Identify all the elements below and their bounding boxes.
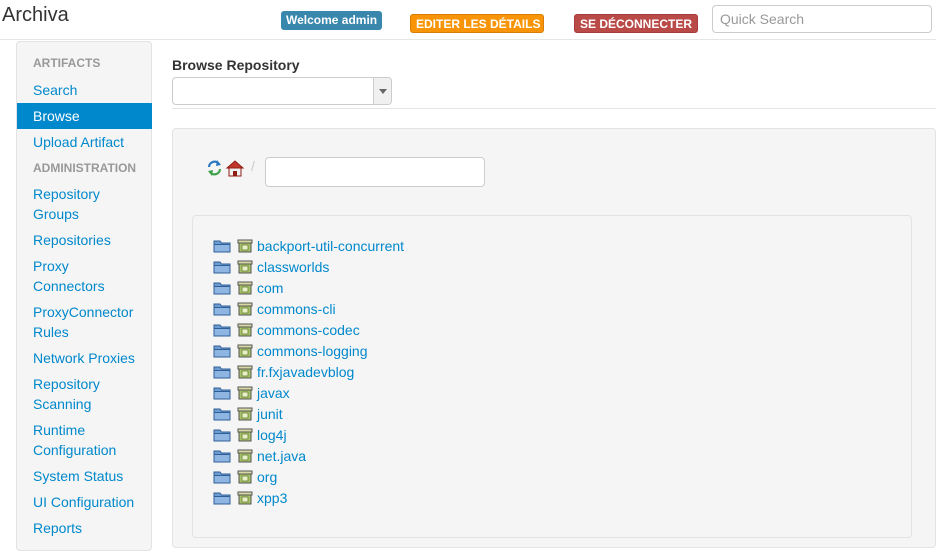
package-icon	[237, 386, 253, 400]
sidebar-item-search[interactable]: Search	[17, 80, 152, 100]
sidebar-item-system-status[interactable]: System Status	[17, 466, 152, 486]
tree-item-label[interactable]: backport-util-concurrent	[257, 237, 404, 255]
tree-item-label[interactable]: classworlds	[257, 258, 329, 276]
package-icon	[237, 344, 253, 358]
home-icon[interactable]	[225, 160, 245, 177]
sidebar-item-repository-groups[interactable]: Repository Groups	[17, 184, 152, 224]
package-icon	[237, 239, 253, 253]
package-icon	[237, 365, 253, 379]
tree-item-label[interactable]: commons-cli	[257, 300, 336, 318]
folder-icon[interactable]	[213, 407, 231, 421]
tree-item-label[interactable]: javax	[257, 384, 290, 402]
tree-item-label[interactable]: fr.fxjavadevblog	[257, 363, 354, 381]
tree-item-label[interactable]: junit	[257, 405, 283, 423]
folder-icon[interactable]	[213, 386, 231, 400]
folder-icon[interactable]	[213, 323, 231, 337]
folder-icon[interactable]	[213, 281, 231, 295]
tree-item[interactable]: commons-logging	[213, 342, 368, 360]
tree-item-label[interactable]: com	[257, 279, 283, 297]
logout-button[interactable]: SE DÉCONNECTER	[574, 14, 698, 33]
sidebar-item-label: Proxy	[33, 258, 69, 274]
tree-item[interactable]: log4j	[213, 426, 287, 444]
sidebar-item-label: ProxyConnector	[33, 304, 134, 320]
tree-item[interactable]: org	[213, 468, 277, 486]
package-icon	[237, 260, 253, 274]
page-title: Browse Repository	[172, 57, 300, 73]
tree-item[interactable]: backport-util-concurrent	[213, 237, 404, 255]
sidebar: ARTIFACTS Search Browse Upload Artifact …	[16, 41, 152, 551]
folder-icon[interactable]	[213, 260, 231, 274]
folder-icon[interactable]	[213, 449, 231, 463]
tree-item-label[interactable]: xpp3	[257, 489, 287, 507]
folder-icon[interactable]	[213, 470, 231, 484]
breadcrumb	[206, 159, 246, 180]
tree-item[interactable]: javax	[213, 384, 290, 402]
tree-item-label[interactable]: commons-codec	[257, 321, 360, 339]
package-icon	[237, 281, 253, 295]
sidebar-item-proxy-connectors[interactable]: Proxy Connectors	[17, 256, 152, 296]
tree-item[interactable]: commons-codec	[213, 321, 360, 339]
welcome-badge: Welcome admin	[281, 11, 383, 30]
artifacts-header: ARTIFACTS	[33, 56, 101, 70]
package-icon	[237, 302, 253, 316]
brand-logo[interactable]: Archiva	[2, 4, 69, 27]
tree-item-label[interactable]: org	[257, 468, 277, 486]
tree-item[interactable]: com	[213, 279, 283, 297]
top-bar: Archiva Welcome admin EDITER LES DÉTAILS…	[0, 0, 936, 40]
tree-item-label[interactable]: log4j	[257, 426, 287, 444]
package-icon	[237, 407, 253, 421]
sidebar-item-proxyconnector-rules[interactable]: ProxyConnector Rules	[17, 302, 152, 342]
breadcrumb-icons	[207, 160, 245, 177]
sidebar-item-label: Runtime	[33, 422, 86, 438]
tree-item-label[interactable]: net.java	[257, 447, 306, 465]
sidebar-item-network-proxies[interactable]: Network Proxies	[17, 348, 152, 368]
divider	[172, 108, 936, 109]
folder-icon[interactable]	[213, 365, 231, 379]
sidebar-item-label: Rules	[33, 324, 69, 340]
folder-icon[interactable]	[213, 239, 231, 253]
tree-item[interactable]: commons-cli	[213, 300, 336, 318]
sidebar-item-label: Repository	[33, 376, 100, 392]
tree-item[interactable]: fr.fxjavadevblog	[213, 363, 354, 381]
quick-search-input[interactable]	[712, 5, 932, 33]
sidebar-item-browse[interactable]: Browse	[17, 103, 152, 129]
package-icon	[237, 470, 253, 484]
folder-icon[interactable]	[213, 302, 231, 316]
sidebar-item-label: Configuration	[33, 442, 117, 458]
folder-icon[interactable]	[213, 428, 231, 442]
sidebar-item-reports[interactable]: Reports	[17, 518, 152, 538]
folder-icon[interactable]	[213, 491, 231, 505]
package-icon	[237, 428, 253, 442]
sidebar-item-repositories[interactable]: Repositories	[17, 230, 152, 250]
sidebar-item-runtime-configuration[interactable]: Runtime Configuration	[17, 420, 152, 460]
breadcrumb-separator: /	[251, 158, 255, 174]
folder-icon[interactable]	[213, 344, 231, 358]
package-icon	[237, 323, 253, 337]
sidebar-item-label: Groups	[33, 206, 79, 222]
sidebar-item-ui-configuration[interactable]: UI Configuration	[17, 492, 152, 512]
sidebar-item-upload-artifact[interactable]: Upload Artifact	[17, 132, 152, 152]
repository-select[interactable]	[172, 77, 392, 105]
edit-details-button[interactable]: EDITER LES DÉTAILS	[410, 14, 544, 33]
administration-header: ADMINISTRATION	[33, 161, 137, 175]
sidebar-item-label: Scanning	[33, 396, 92, 412]
sidebar-item-repository-scanning[interactable]: Repository Scanning	[17, 374, 152, 414]
tree-item[interactable]: xpp3	[213, 489, 287, 507]
tree-item-label[interactable]: commons-logging	[257, 342, 368, 360]
sidebar-item-label: Connectors	[33, 278, 105, 294]
package-icon	[237, 491, 253, 505]
sidebar-item-label: Repository	[33, 186, 100, 202]
path-input[interactable]	[265, 157, 485, 187]
tree-item[interactable]: classworlds	[213, 258, 329, 276]
refresh-icon[interactable]	[207, 160, 222, 176]
package-icon	[237, 449, 253, 463]
tree-item[interactable]: net.java	[213, 447, 306, 465]
tree-item[interactable]: junit	[213, 405, 283, 423]
chevron-down-icon[interactable]	[373, 78, 391, 104]
